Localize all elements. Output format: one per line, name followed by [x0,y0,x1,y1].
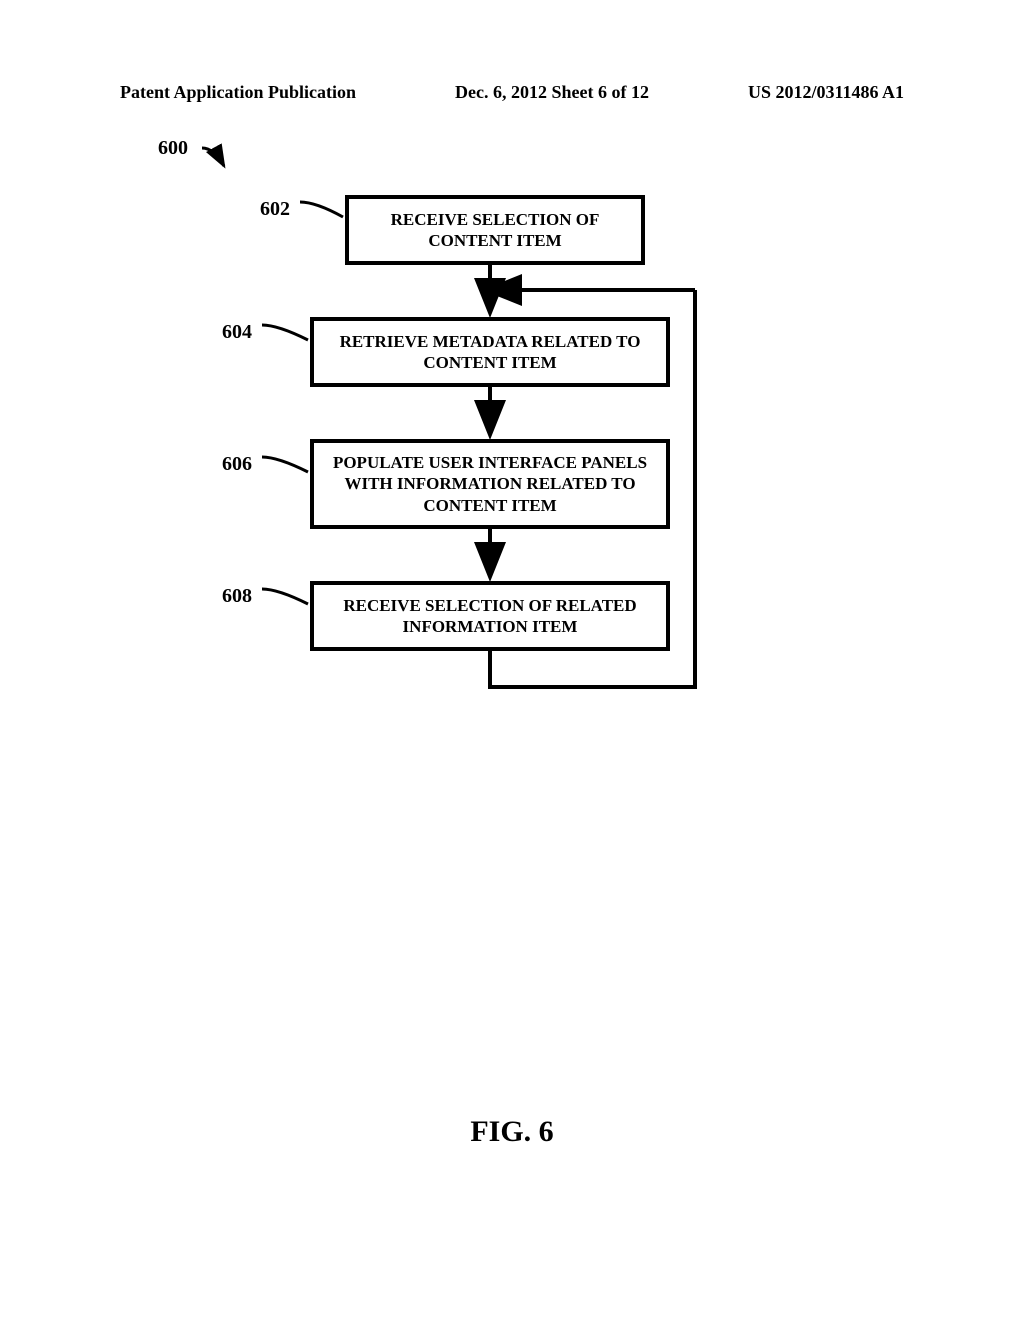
flowchart-label-604: 604 [222,321,252,344]
header-pub-number: US 2012/0311486 A1 [748,82,904,103]
figure-reference-number: 600 [158,137,188,160]
label-leader-604-icon [260,320,315,350]
page-header: Patent Application Publication Dec. 6, 2… [0,82,1024,103]
label-leader-606-icon [260,452,315,482]
flowchart-box-602-text: RECEIVE SELECTION OF CONTENT ITEM [361,209,629,252]
header-publication: Patent Application Publication [120,82,356,103]
flowchart-label-608: 608 [222,585,252,608]
feedback-loop-icon [480,287,720,707]
flowchart-box-602: RECEIVE SELECTION OF CONTENT ITEM [345,195,645,265]
figure-reference-arrow-icon [200,142,240,182]
header-date-sheet: Dec. 6, 2012 Sheet 6 of 12 [455,82,649,103]
label-leader-602-icon [298,197,348,227]
flowchart-label-606: 606 [222,453,252,476]
label-leader-608-icon [260,584,315,614]
flowchart-label-602: 602 [260,198,290,221]
figure-caption: FIG. 6 [0,1115,1024,1149]
